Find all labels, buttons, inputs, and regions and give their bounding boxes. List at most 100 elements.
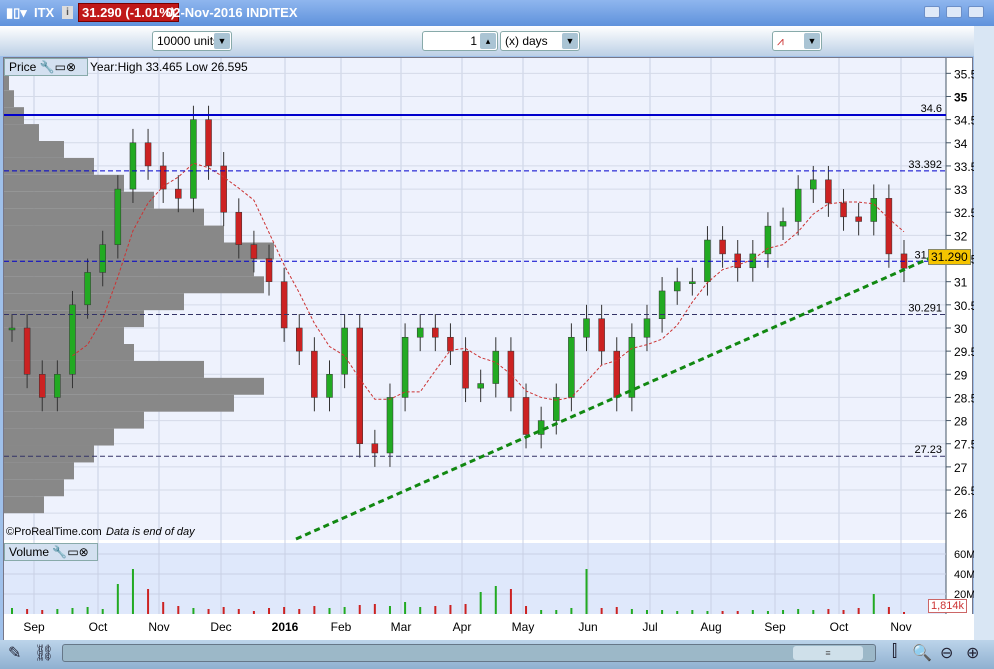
candle-body [54, 374, 61, 398]
y-tick: 34 [954, 137, 968, 151]
volume-profile-bar [4, 242, 274, 260]
candle-body [23, 327, 31, 375]
candle-body [311, 350, 318, 398]
volume-profile-bar [4, 124, 39, 141]
volume-bar [131, 569, 134, 614]
candle-body [507, 350, 515, 398]
y-tick: 32 [954, 229, 968, 243]
volume-bar [887, 607, 890, 614]
volume-bar [207, 609, 210, 614]
level-label: 27.23 [914, 444, 942, 456]
candle-body [885, 198, 893, 255]
volume-bar [404, 602, 407, 614]
volume-bar [721, 611, 724, 614]
units-select[interactable]: 10000 units ▼ [152, 31, 232, 51]
x-tick: Oct [830, 620, 849, 634]
zoom-out-icon[interactable]: ⊖ [940, 643, 953, 663]
candle-body [38, 374, 46, 398]
candle-body [190, 119, 197, 199]
close-button[interactable] [968, 6, 984, 18]
volume-bar [782, 610, 785, 614]
volume-profile-bar [4, 157, 94, 175]
scrollbar-thumb[interactable]: ≡ [793, 646, 863, 660]
volume-profile-bar [4, 191, 154, 209]
volume-profile-bar [4, 293, 184, 311]
wrench-icon[interactable]: 🔧 [40, 60, 55, 74]
chevron-down-icon[interactable]: ▼ [214, 33, 230, 49]
candle-body [84, 272, 91, 306]
y-tick: 33.5 [954, 160, 974, 174]
volume-profile-bar [4, 360, 204, 378]
y-tick: 30.5 [954, 299, 974, 313]
minimize-button[interactable] [946, 6, 962, 18]
volume-label: Volume [9, 545, 50, 559]
price-panel-label[interactable]: Price 🔧▭⊗ [4, 58, 88, 76]
chevron-down-icon[interactable]: ▼ [804, 33, 820, 49]
volume-bar [313, 606, 316, 614]
period-unit-value: (x) days [505, 34, 548, 48]
close-panel-icon[interactable]: ⊗ [66, 60, 76, 74]
x-tick: May [512, 620, 535, 634]
volume-bar [86, 607, 89, 614]
chevron-down-icon[interactable]: ▼ [562, 33, 578, 49]
volume-bar [630, 609, 633, 614]
volume-profile-bar [4, 462, 74, 480]
chart-type-icon[interactable]: ⛓ [34, 643, 54, 663]
wrench-icon[interactable]: 🔧 [52, 545, 67, 559]
x-tick: Apr [453, 620, 472, 634]
volume-bar [147, 589, 150, 614]
chart-indicator-icon: ⩘ [777, 34, 784, 48]
volume-y-tick: 60M [954, 549, 974, 561]
volume-profile-bar [4, 276, 264, 294]
stepper-icon[interactable]: ▴ [480, 33, 496, 49]
volume-bar [645, 610, 648, 614]
indicators-button[interactable]: ⩘ ▼ [772, 31, 822, 51]
y-tick: 29.5 [954, 345, 974, 359]
candlestick-icon[interactable]: ▮▯▾ [6, 5, 27, 21]
volume-bar [449, 605, 452, 614]
volume-bar [71, 608, 74, 614]
volume-bar [116, 584, 119, 614]
candle-body [719, 239, 726, 255]
candle-body [159, 165, 167, 190]
candle-body [386, 397, 394, 454]
period-stepper[interactable]: 1 ▴ [422, 31, 498, 51]
volume-bar [328, 608, 331, 614]
close-panel-icon[interactable]: ⊗ [79, 545, 89, 559]
copyright: ©ProRealTime.com [6, 526, 102, 538]
x-tick: Mar [391, 620, 412, 634]
volume-profile-bar [4, 225, 224, 243]
info-icon[interactable]: i [62, 6, 73, 19]
current-volume-tag: 1,814k [928, 599, 968, 613]
period-value: 1 [470, 34, 477, 48]
candle-body [643, 318, 651, 338]
volume-profile-bar [4, 140, 64, 158]
candle-body [628, 336, 636, 398]
volume-bar [177, 606, 180, 614]
volume-bar [494, 586, 497, 614]
candle-icon[interactable]: ⫿ [892, 643, 897, 661]
y-tick: 30 [954, 322, 968, 336]
menu-button[interactable] [924, 6, 940, 18]
chart-area[interactable]: Sep Oct Nov Dec 2016 Feb Mar Apr May Jun Jul Aug Sep… [3, 57, 974, 641]
volume-bar [101, 609, 104, 614]
volume-profile-bar [4, 428, 114, 446]
window-icon[interactable]: ▭ [55, 60, 66, 74]
volume-bar [343, 607, 346, 614]
period-unit-select[interactable]: (x) days ▼ [500, 31, 580, 51]
zoom-in-icon[interactable]: ⊕ [966, 643, 979, 663]
draw-tool-icon[interactable]: ✎ [8, 643, 21, 663]
x-tick: Nov [890, 620, 911, 634]
horizontal-scrollbar[interactable]: ≡ [62, 644, 876, 662]
volume-bar [434, 606, 437, 614]
candle-body [220, 165, 227, 213]
volume-bar [464, 604, 467, 614]
symbol[interactable]: ITX [34, 5, 54, 20]
volume-y-tick: 40M [954, 569, 974, 581]
window-icon[interactable]: ▭ [67, 545, 78, 559]
candle-body [371, 443, 379, 454]
volume-panel-label[interactable]: Volume 🔧▭⊗ [4, 543, 98, 561]
right-sidebar[interactable] [974, 26, 994, 640]
auto-zoom-icon[interactable]: 🔍 [912, 643, 932, 663]
candle-body [477, 383, 484, 389]
